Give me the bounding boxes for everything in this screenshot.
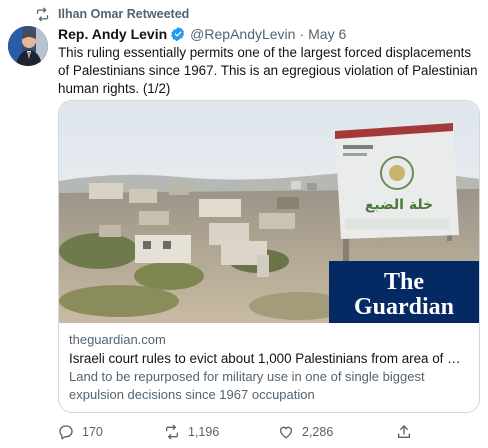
share-button[interactable] — [396, 424, 412, 440]
verified-badge-icon — [170, 26, 186, 42]
card-image: خلة الضبع The Guardian — [59, 101, 479, 323]
retweet-icon — [34, 6, 50, 22]
author-handle[interactable]: @RepAndyLevin — [190, 26, 295, 42]
logo-line-1: The — [384, 269, 424, 295]
retweeted-by-label: Ilhan Omar Retweeted — [58, 7, 190, 21]
sign-arabic-text: خلة الضبع — [365, 197, 433, 213]
author-name[interactable]: Rep. Andy Levin — [58, 26, 167, 42]
reply-count: 170 — [82, 425, 103, 439]
header-separator: · — [299, 26, 305, 42]
reply-icon — [58, 424, 74, 440]
heart-icon — [278, 424, 294, 440]
logo-line-2: Guardian — [354, 294, 454, 320]
tweet-text: This ruling essentially permits one of t… — [58, 45, 478, 96]
link-card[interactable]: خلة الضبع The Guardian theguardian.com I… — [58, 100, 480, 413]
tweet-actions: 170 1,196 2,286 — [58, 424, 478, 440]
reply-button[interactable]: 170 — [58, 424, 103, 440]
avatar[interactable] — [8, 26, 48, 66]
tweet-timestamp[interactable]: May 6 — [308, 26, 346, 42]
share-icon — [396, 424, 412, 440]
like-button[interactable]: 2,286 — [278, 424, 333, 440]
card-title: Israeli court rules to evict about 1,000… — [69, 351, 471, 366]
card-domain: theguardian.com — [69, 332, 166, 347]
card-meta: theguardian.com Israeli court rules to e… — [69, 331, 471, 404]
retweet-button[interactable]: 1,196 — [164, 424, 219, 440]
like-count: 2,286 — [302, 425, 334, 439]
retweet-icon — [164, 424, 180, 440]
retweet-count: 1,196 — [188, 425, 220, 439]
social-context[interactable]: Ilhan Omar Retweeted — [34, 6, 189, 22]
card-description: Land to be repurposed for military use i… — [69, 369, 425, 402]
tweet-header: Rep. Andy Levin @RepAndyLevin · May 6 — [58, 24, 346, 44]
